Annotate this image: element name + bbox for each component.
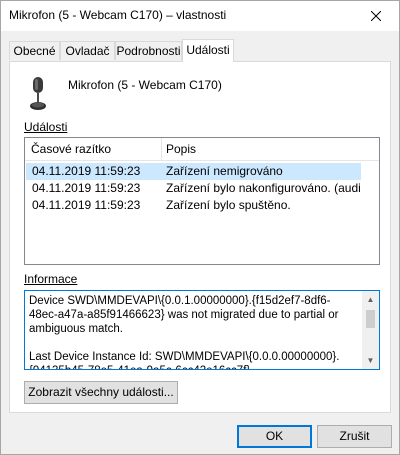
row-timestamp: 04.11.2019 11:59:23	[32, 164, 141, 178]
column-separator[interactable]	[161, 138, 162, 160]
tab-panel: Mikrofon (5 - Webcam C170) Události Časo…	[9, 61, 391, 413]
tab-ovladac[interactable]: Ovladač	[60, 41, 115, 60]
button-label: Zobrazit všechny události...	[28, 385, 174, 399]
tab-label: Obecné	[13, 44, 56, 58]
title-bar: Mikrofon (5 - Webcam C170) – vlastnosti	[1, 1, 399, 31]
scroll-thumb[interactable]	[366, 310, 375, 328]
tab-label: Ovladač	[65, 44, 110, 58]
information-text[interactable]: Device SWD\MMDEVAPI\{0.0.1.00000000}.{f1…	[29, 294, 359, 369]
window-title: Mikrofon (5 - Webcam C170) – vlastnosti	[9, 8, 227, 22]
scroll-up-icon[interactable]: ▲	[362, 291, 379, 308]
information-textbox[interactable]: Device SWD\MMDEVAPI\{0.0.1.00000000}.{f1…	[24, 290, 380, 370]
button-label: Zrušit	[339, 429, 370, 443]
close-button[interactable]	[353, 1, 399, 31]
scroll-down-icon[interactable]: ▼	[362, 352, 379, 369]
information-label: Informace	[24, 272, 78, 286]
tab-udalosti[interactable]: Události	[182, 39, 234, 62]
tab-label: Podrobnosti	[116, 44, 181, 58]
row-description: Zařízení bylo spuštěno.	[166, 198, 291, 212]
tab-obecne[interactable]: Obecné	[9, 41, 60, 60]
column-header-timestamp[interactable]: Časové razítko	[31, 142, 111, 156]
row-timestamp: 04.11.2019 11:59:23	[32, 198, 141, 212]
device-name: Mikrofon (5 - Webcam C170)	[68, 78, 222, 92]
cancel-button[interactable]: Zrušit	[317, 425, 392, 448]
table-row[interactable]: 04.11.2019 11:59:23 Zařízení nemigrováno	[26, 163, 361, 180]
table-row[interactable]: 04.11.2019 11:59:23 Zařízení bylo nakonf…	[26, 180, 361, 197]
table-row[interactable]: 04.11.2019 11:59:23 Zařízení bylo spuště…	[26, 197, 361, 214]
properties-window: Mikrofon (5 - Webcam C170) – vlastnosti …	[0, 0, 400, 455]
row-description: Zařízení bylo nakonfigurováno. (audi…	[166, 181, 361, 195]
close-icon	[371, 11, 381, 21]
show-all-events-button[interactable]: Zobrazit všechny události...	[24, 381, 178, 404]
information-scrollbar[interactable]: ▲ ▼	[362, 291, 379, 369]
microphone-icon	[30, 77, 46, 110]
tab-label: Události	[186, 43, 230, 57]
column-header-description[interactable]: Popis	[166, 142, 196, 156]
tab-podrobnosti[interactable]: Podrobnosti	[115, 41, 182, 60]
row-timestamp: 04.11.2019 11:59:23	[32, 181, 141, 195]
ok-button[interactable]: OK	[237, 425, 312, 448]
button-label: OK	[265, 429, 284, 443]
events-label: Události	[24, 120, 68, 134]
list-header: Časové razítko Popis	[25, 138, 379, 161]
row-description: Zařízení nemigrováno	[166, 164, 283, 178]
events-list[interactable]: Časové razítko Popis 04.11.2019 11:59:23…	[24, 137, 380, 265]
